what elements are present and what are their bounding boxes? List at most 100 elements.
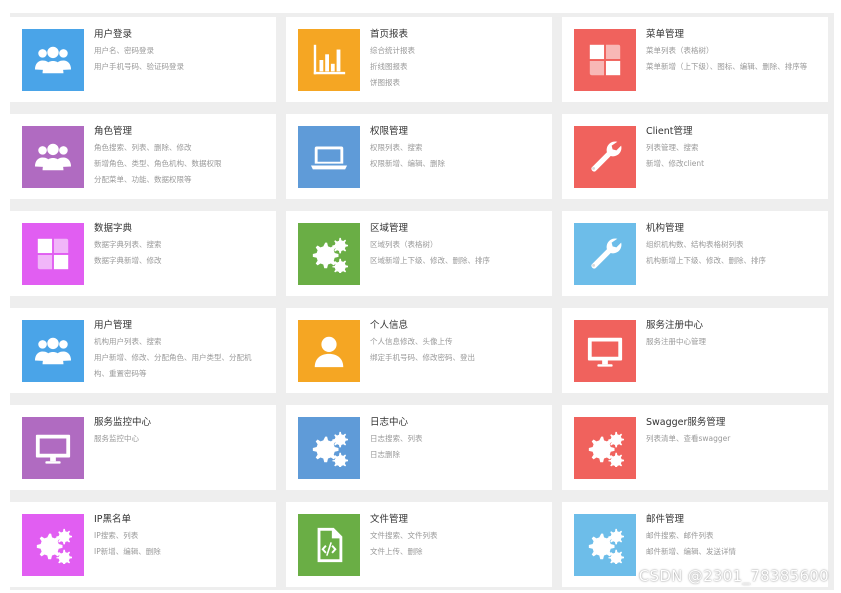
module-card[interactable]: 文件管理 文件搜索、文件列表 文件上传、删除 xyxy=(286,502,552,587)
module-card[interactable]: IP黑名单 IP搜索、列表 IP新增、编辑、删除 xyxy=(10,502,276,587)
module-card[interactable]: 服务注册中心 服务注册中心管理 xyxy=(562,308,828,393)
module-grid: 用户登录 用户名、密码登录 用户手机号码、验证码登录 首页报表 综合统计报表 折线图报表饼… xyxy=(10,17,828,587)
module-card[interactable]: Client管理 列表管理、搜索 新增、修改client xyxy=(562,114,828,199)
module-title: 用户登录 xyxy=(94,29,133,40)
module-description-line: 组织机构数、结构表格树列表 xyxy=(646,240,744,249)
module-description-line: 用户手机号码、验证码登录 xyxy=(94,62,184,71)
module-card[interactable]: 用户登录 用户名、密码登录 用户手机号码、验证码登录 xyxy=(10,17,276,102)
module-description-line: 文件上传、删除 xyxy=(370,547,423,556)
module-title: 日志中心 xyxy=(370,417,409,428)
module-title: 菜单管理 xyxy=(646,29,685,40)
wrench-icon xyxy=(586,235,624,273)
module-description-line: 列表清单、查看swagger xyxy=(646,434,731,443)
module-icon-tile xyxy=(22,320,84,382)
cogs-icon xyxy=(34,526,72,564)
cogs-icon xyxy=(310,235,348,273)
user-icon xyxy=(310,332,348,370)
module-icon-tile xyxy=(22,126,84,188)
module-card[interactable]: Swagger服务管理 列表清单、查看swagger xyxy=(562,405,828,490)
module-text: 权限管理 权限列表、搜索 权限新增、编辑、删除 xyxy=(370,125,540,172)
module-title: 邮件管理 xyxy=(646,514,685,525)
module-text: 个人信息 个人信息修改、头像上传 绑定手机号码、修改密码、登出 xyxy=(370,319,540,366)
laptop-icon xyxy=(310,138,348,176)
cogs-icon xyxy=(310,429,348,467)
module-text: 首页报表 综合统计报表 折线图报表 饼图报表 xyxy=(370,28,540,91)
users-icon xyxy=(34,41,72,79)
checker-icon xyxy=(34,235,72,273)
monitor-icon xyxy=(586,332,624,370)
cogs-icon xyxy=(586,429,624,467)
module-description-line: 数据字典列表、搜索 xyxy=(94,240,162,249)
watermark: CSDN @2301_78385600 xyxy=(638,567,829,585)
module-text: 邮件管理 邮件搜索、邮件列表 邮件新增、编辑、发送详情 xyxy=(646,513,816,560)
module-description-line: IP新增、编辑、删除 xyxy=(94,547,161,556)
module-description-line: 日志删除 xyxy=(370,450,400,459)
module-card[interactable]: 机构管理组织机构数、结构表格树列表机构新增上下级、修改、删除、排序 xyxy=(562,211,828,296)
module-text: IP黑名单 IP搜索、列表 IP新增、编辑、删除 xyxy=(94,513,264,560)
module-description-line: 日志搜索、列表 xyxy=(370,434,423,443)
module-text: 机构管理组织机构数、结构表格树列表机构新增上下级、修改、删除、排序 xyxy=(646,222,816,269)
users-icon xyxy=(34,332,72,370)
module-description-line: 邮件搜索、邮件列表 xyxy=(646,531,714,540)
module-description-line: 综合统计报表 xyxy=(370,46,415,55)
module-description-line: 机构用户列表、搜索 xyxy=(94,337,162,346)
module-icon-tile xyxy=(22,223,84,285)
code-file-icon xyxy=(310,526,348,564)
module-title: 机构管理 xyxy=(646,223,685,234)
module-text: 菜单管理 菜单列表（表格树） 菜单新增（上下级）、图标、编辑、删除、排序等 xyxy=(646,28,816,75)
module-card[interactable]: 权限管理 权限列表、搜索 权限新增、编辑、删除 xyxy=(286,114,552,199)
module-title: 首页报表 xyxy=(370,29,409,40)
module-card[interactable]: 个人信息 个人信息修改、头像上传 绑定手机号码、修改密码、登出 xyxy=(286,308,552,393)
users-icon xyxy=(34,138,72,176)
module-icon-tile xyxy=(574,320,636,382)
module-description-line: 角色搜索、列表、删除、修改 xyxy=(94,143,192,152)
module-card[interactable]: 日志中心日志搜索、列表 日志删除 xyxy=(286,405,552,490)
module-description-line: 折线图报表 xyxy=(370,62,408,71)
module-text: 服务注册中心 服务注册中心管理 xyxy=(646,319,816,350)
module-description-line: 新增、修改client xyxy=(646,159,705,168)
module-card[interactable]: 菜单管理 菜单列表（表格树） 菜单新增（上下级）、图标、编辑、删除、排序等 xyxy=(562,17,828,102)
wrench-icon xyxy=(586,138,624,176)
checker-icon xyxy=(586,41,624,79)
cogs-icon xyxy=(586,526,624,564)
module-icon-tile xyxy=(574,514,636,576)
module-card[interactable]: 区域管理 区域列表（表格树） 区域新增上下级、修改、删除、排序 xyxy=(286,211,552,296)
module-title: 权限管理 xyxy=(370,126,409,137)
module-card[interactable]: 数据字典数据字典列表、搜索 数据字典新增、修改 xyxy=(10,211,276,296)
module-description-line: 文件搜索、文件列表 xyxy=(370,531,438,540)
module-title: 数据字典 xyxy=(94,223,133,234)
module-title: Client管理 xyxy=(646,126,693,137)
module-description-line: 数据字典新增、修改 xyxy=(94,256,162,265)
module-title: 角色管理 xyxy=(94,126,133,137)
module-icon-tile xyxy=(298,417,360,479)
module-description-line: 分配菜单、功能、数据权限等 xyxy=(94,175,192,184)
module-description-line: 权限新增、编辑、删除 xyxy=(370,159,445,168)
module-description-line: 机构新增上下级、修改、删除、排序 xyxy=(646,256,766,265)
module-description-line: IP搜索、列表 xyxy=(94,531,139,540)
module-card[interactable]: 首页报表 综合统计报表 折线图报表 饼图报表 xyxy=(286,17,552,102)
module-text: 文件管理 文件搜索、文件列表 文件上传、删除 xyxy=(370,513,540,560)
module-description-line: 菜单列表（表格树） xyxy=(646,46,714,55)
module-description-line: 服务监控中心 xyxy=(94,434,139,443)
module-icon-tile xyxy=(574,417,636,479)
module-description-line: 服务注册中心管理 xyxy=(646,337,706,346)
module-text: 数据字典数据字典列表、搜索 数据字典新增、修改 xyxy=(94,222,264,269)
monitor-icon xyxy=(34,429,72,467)
module-title: 区域管理 xyxy=(370,223,409,234)
module-icon-tile xyxy=(574,223,636,285)
module-title: 个人信息 xyxy=(370,320,409,331)
module-title: Swagger服务管理 xyxy=(646,417,726,428)
module-icon-tile xyxy=(574,29,636,91)
module-icon-tile xyxy=(298,320,360,382)
module-text: 用户登录 用户名、密码登录 用户手机号码、验证码登录 xyxy=(94,28,264,75)
module-card[interactable]: 用户管理 机构用户列表、搜索 用户新增、修改、分配角色、用户类型、分配机构、重置密码… xyxy=(10,308,276,393)
module-icon-tile xyxy=(22,514,84,576)
module-icon-tile xyxy=(298,29,360,91)
module-icon-tile xyxy=(22,417,84,479)
module-card[interactable]: 服务监控中心 服务监控中心 xyxy=(10,405,276,490)
module-text: 用户管理 机构用户列表、搜索 用户新增、修改、分配角色、用户类型、分配机构、重置密码… xyxy=(94,319,264,382)
module-description-line: 区域新增上下级、修改、删除、排序 xyxy=(370,256,490,265)
module-icon-tile xyxy=(574,126,636,188)
module-card[interactable]: 角色管理 角色搜索、列表、删除、修改 新增角色、类型、角色机构、数据权限 分配菜单、功… xyxy=(10,114,276,199)
module-text: 服务监控中心 服务监控中心 xyxy=(94,416,264,447)
